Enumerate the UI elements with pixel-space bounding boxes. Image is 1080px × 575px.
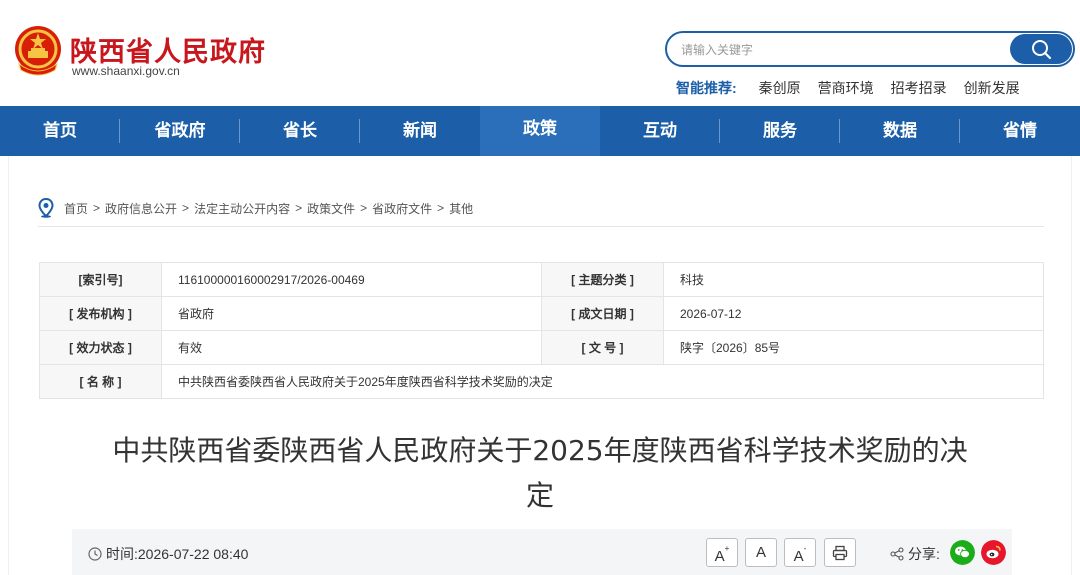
font-reset-button[interactable]: A (745, 538, 777, 567)
nav-item-province-info[interactable]: 省情 (960, 106, 1080, 156)
nav-item-data[interactable]: 数据 (840, 106, 960, 156)
main-nav: 首页 省政府 省长 新闻 政策 互动 服务 数据 省情 (0, 106, 1080, 156)
share-icon (890, 547, 904, 561)
print-button[interactable] (824, 538, 856, 567)
nav-item-provincial-government[interactable]: 省政府 (120, 106, 240, 156)
article-title-line: 中共陕西省委陕西省人民政府关于2025年度陕西省科学技术奖励的决 (112, 434, 968, 467)
nav-item-services[interactable]: 服务 (720, 106, 840, 156)
recommend-link[interactable]: 营商环境 (818, 78, 874, 98)
nav-item-governor[interactable]: 省长 (240, 106, 360, 156)
search-icon (1032, 40, 1052, 60)
recommend-link[interactable]: 秦创原 (759, 78, 801, 98)
article-info-bar: 时间: 2026-07-22 08:40 A+ A A- 分享: (72, 529, 1012, 575)
table-row: [ 名 称 ] 中共陕西省委陕西省人民政府关于2025年度陕西省科学技术奖励的决… (39, 364, 1044, 399)
written-date-value: 2026-07-12 (663, 296, 1044, 331)
issuer-value: 省政府 (161, 296, 542, 331)
document-number-label: [ 文 号 ] (541, 330, 664, 365)
validity-status-label: [ 效力状态 ] (39, 330, 162, 365)
issuer-label: [ 发布机构 ] (39, 296, 162, 331)
breadcrumb-link[interactable]: 政府信息公开 (105, 200, 177, 217)
document-number-value: 陕字〔2026〕85号 (663, 330, 1044, 365)
document-name-label: [ 名 称 ] (39, 364, 162, 399)
smart-recommend-label: 智能推荐: (676, 80, 737, 96)
breadcrumb-divider (38, 226, 1044, 227)
location-pin-icon (38, 198, 54, 218)
site-header: 陕西省人民政府 www.shaanxi.gov.cn 智能推荐: 秦创原 营商环… (0, 0, 1080, 106)
publish-time-value: 2026-07-22 08:40 (137, 546, 249, 562)
font-decrease-button[interactable]: A- (784, 538, 816, 567)
breadcrumb: 首页 > 政府信息公开 > 法定主动公开内容 > 政策文件 > 省政府文件 > 其他 (38, 198, 473, 218)
breadcrumb-current: 其他 (449, 201, 474, 216)
document-name-value: 中共陕西省委陕西省人民政府关于2025年度陕西省科学技术奖励的决定 (161, 364, 1044, 399)
site-url: www.shaanxi.gov.cn (72, 64, 180, 78)
nav-item-policy[interactable]: 政策 (480, 106, 600, 156)
smart-recommend: 智能推荐: 秦创原 营商环境 招考招录 创新发展 (676, 78, 1037, 98)
search-input[interactable] (681, 40, 1001, 60)
table-row: [ 效力状态 ] 有效 [ 文 号 ] 陕字〔2026〕85号 (39, 330, 1044, 365)
nav-item-interaction[interactable]: 互动 (600, 106, 720, 156)
written-date-label: [ 成文日期 ] (541, 296, 664, 331)
article-title-line: 定 (525, 479, 554, 512)
table-row: [索引号] 116100000160002917/2026-00469 [ 主题… (39, 262, 1044, 297)
font-increase-button[interactable]: A+ (706, 538, 738, 567)
national-emblem-icon[interactable] (13, 24, 63, 78)
wechat-icon[interactable] (950, 540, 975, 565)
breadcrumb-link[interactable]: 首页 (64, 200, 88, 217)
breadcrumb-link[interactable]: 省政府文件 (372, 200, 432, 217)
index-number-label: [索引号] (39, 262, 162, 297)
publish-time-label: 时间: (106, 546, 138, 562)
clock-icon (88, 547, 102, 561)
document-meta-table: [索引号] 116100000160002917/2026-00469 [ 主题… (39, 262, 1044, 399)
print-icon (832, 545, 848, 561)
breadcrumb-link[interactable]: 政策文件 (307, 200, 355, 217)
topic-label: [ 主题分类 ] (541, 262, 664, 297)
share-label: 分享: (890, 544, 940, 564)
search-box (665, 31, 1075, 67)
nav-item-news[interactable]: 新闻 (360, 106, 480, 156)
validity-status-value: 有效 (161, 330, 542, 365)
recommend-link[interactable]: 招考招录 (891, 78, 947, 98)
search-button[interactable] (1010, 34, 1072, 64)
recommend-link[interactable]: 创新发展 (964, 78, 1020, 98)
nav-item-home[interactable]: 首页 (0, 106, 120, 156)
article-title: 中共陕西省委陕西省人民政府关于2025年度陕西省科学技术奖励的决 定 (90, 428, 990, 518)
table-row: [ 发布机构 ] 省政府 [ 成文日期 ] 2026-07-12 (39, 296, 1044, 331)
topic-value: 科技 (663, 262, 1044, 297)
index-number-value: 116100000160002917/2026-00469 (161, 262, 542, 297)
publish-time: 时间: 2026-07-22 08:40 (88, 544, 248, 564)
weibo-icon[interactable] (981, 540, 1006, 565)
breadcrumb-link[interactable]: 法定主动公开内容 (194, 200, 290, 217)
